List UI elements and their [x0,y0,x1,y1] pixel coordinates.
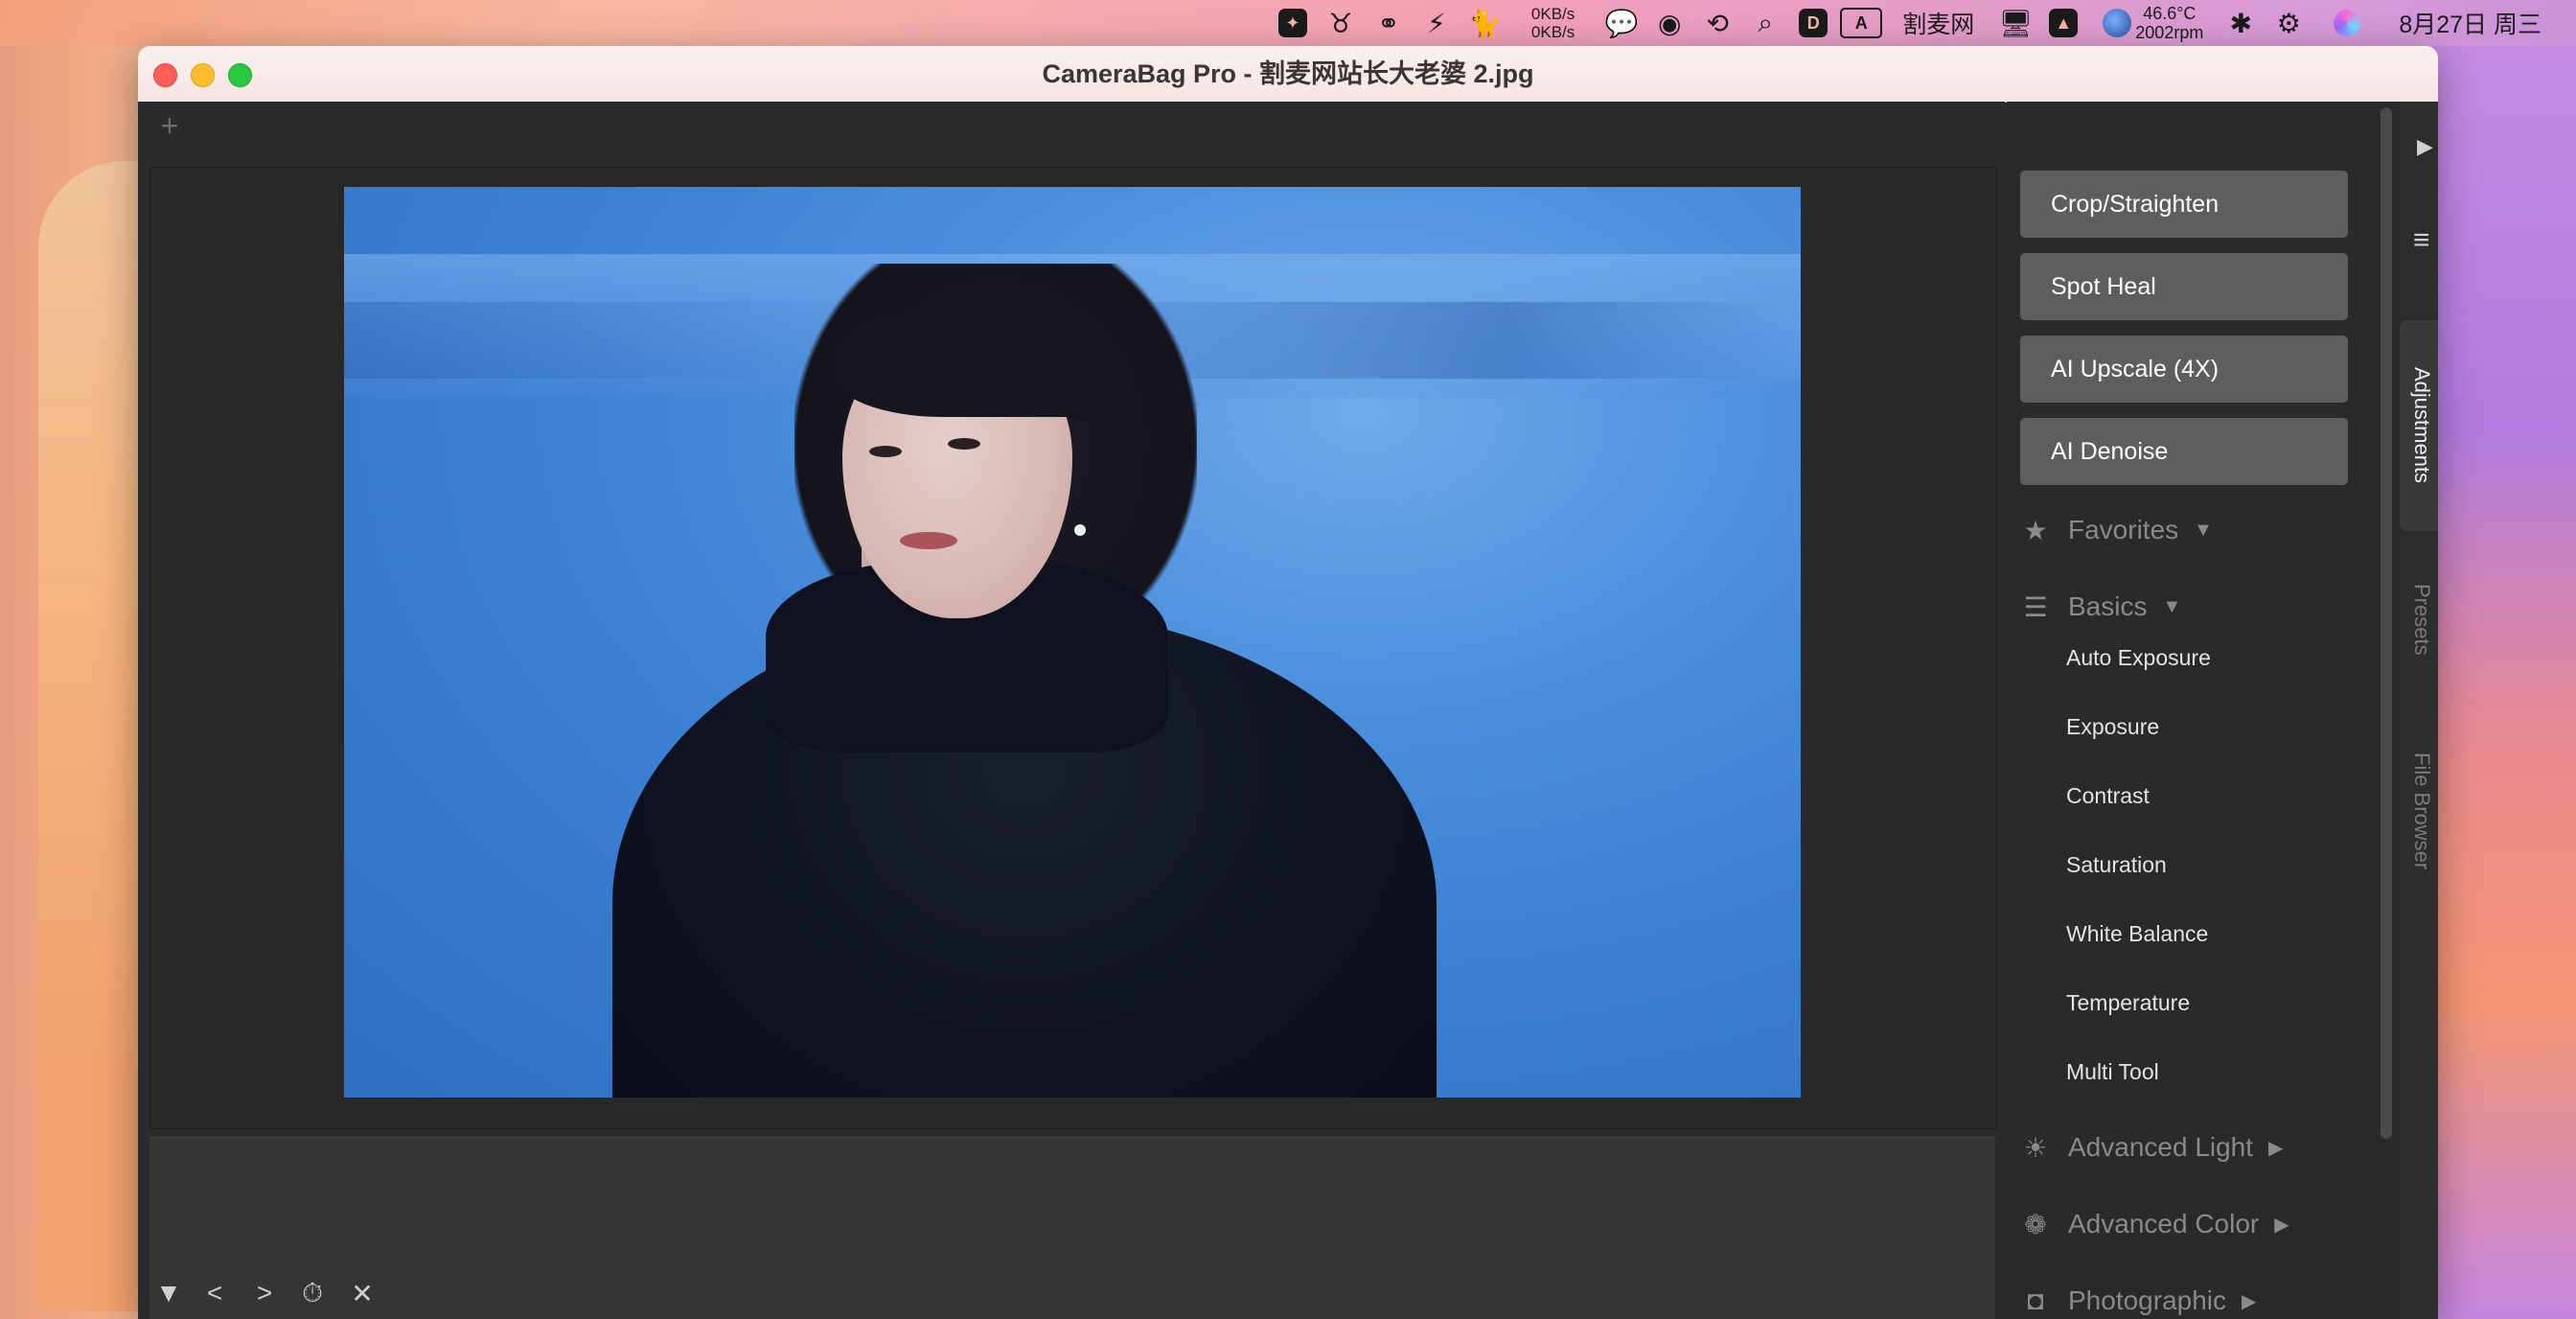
ai-upscale-button[interactable]: AI Upscale (4X) [2020,336,2348,403]
site-name-menu[interactable]: 割麦网 [1902,6,1974,40]
chevron-right-icon: ▶ [2268,1137,2284,1159]
quick-action-icon[interactable]: ⚡ [1413,0,1460,46]
section-photographic[interactable]: ◘ Photographic ▶ [2020,1277,2375,1319]
network-speed[interactable]: 0KB/s 0KB/s [1531,5,1575,41]
siri-icon[interactable] [2334,10,2361,36]
fan-speed: 2002rpm [2135,23,2204,42]
color-circles-icon: ❁ [2024,1209,2047,1239]
panel-scrollbar[interactable] [2380,107,2392,1139]
record-icon[interactable]: ◉ [1645,0,1693,46]
photos-app-icon[interactable]: ▲ [2039,0,2087,46]
history-button[interactable]: ⏱ [293,1274,332,1312]
next-image-button[interactable]: > [245,1274,284,1312]
play-icon[interactable]: ▶ [2417,134,2433,159]
menu-clock[interactable]: 8月27日 周三 [2399,6,2542,40]
adjust-auto-exposure[interactable]: Auto Exposure [2066,638,2211,677]
link-rings-icon[interactable]: ⚭ [1365,0,1413,46]
section-favorites[interactable]: ★ Favorites ▼ [2020,506,2375,554]
adjust-contrast[interactable]: Contrast [2066,776,2150,815]
crop-straighten-button[interactable]: Crop/Straighten [2020,171,2348,238]
chevron-down-icon: ▼ [2194,519,2213,541]
desktop-wallpaper-right [2432,46,2576,1319]
tab-file-browser[interactable]: File Browser [2400,715,2438,907]
cpu-temperature: 46.6°C [2143,4,2196,23]
previous-image-button[interactable]: < [196,1274,234,1312]
sliders-icon: ☰ [2023,591,2048,622]
section-advanced-light[interactable]: ☀ Advanced Light ▶ [2020,1123,2375,1171]
collapse-filmstrip-button[interactable]: ▼ [150,1274,188,1312]
upload-speed: 0KB/s [1530,5,1576,23]
desktop-wallpaper-left [0,46,172,1319]
adjustments-list: Crop/Straighten Spot Heal AI Upscale (4X… [2007,102,2400,1319]
adjust-exposure[interactable]: Exposure [2066,707,2159,746]
chevron-right-icon: ▶ [2274,1214,2289,1236]
ai-denoise-button[interactable]: AI Denoise [2020,418,2348,485]
adjust-multi-tool[interactable]: Multi Tool [2066,1053,2159,1091]
panel-side-tabs: ▶ ≡ Adjustments Presets File Browser [2400,102,2438,1319]
camera-icon: ◘ [2027,1285,2044,1315]
image-viewer[interactable] [150,167,1997,1129]
section-basics[interactable]: ☰ Basics ▼ [2020,583,2375,631]
bluetooth-icon[interactable]: ✱ [2217,0,2265,46]
window-titlebar[interactable]: CameraBag Pro - 割麦网站长大老婆 2.jpg [138,46,2438,103]
star-icon: ★ [2023,515,2048,545]
adjust-white-balance[interactable]: White Balance [2066,914,2208,953]
system-monitor-icon[interactable] [2103,9,2132,37]
add-tab-button[interactable]: + [155,110,184,141]
spot-heal-button[interactable]: Spot Heal [2020,253,2348,320]
tab-adjustments[interactable]: Adjustments [2400,320,2438,531]
download-speed: 0KB/s [1530,23,1576,41]
pin-app-icon[interactable]: ✦ [1269,0,1317,46]
spotlight-search-icon[interactable]: ⌕ [1741,0,1789,46]
sync-app-icon[interactable]: ⟲ [1693,0,1741,46]
window-title: CameraBag Pro - 割麦网站长大老婆 2.jpg [1042,59,1534,88]
sun-icon: ☀ [2023,1132,2048,1163]
tab-presets[interactable]: Presets [2400,552,2438,686]
filmstrip-panel: ▼ < > ⏱ ✕ [150,1137,1995,1319]
cat-app-icon[interactable]: 🐈 [1460,0,1508,46]
control-center-icon[interactable]: ⚙ [2265,0,2312,46]
chevron-down-icon: ▼ [2162,595,2182,617]
chevron-right-icon: ▶ [2242,1290,2257,1312]
menu-bar: ✦ ♉ ⚭ ⚡ 🐈 0KB/s 0KB/s 💬 ◉ ⟲ ⌕ D A 割麦网 🖥 … [0,0,2576,46]
adjust-temperature[interactable]: Temperature [2066,983,2190,1022]
drafts-app-icon[interactable]: D [1789,0,1837,46]
editor-area: + ▼ < > ⏱ ✕ [138,102,2005,1319]
photo-canvas[interactable] [344,187,1801,1098]
adjust-saturation[interactable]: Saturation [2066,845,2167,884]
adjustments-panel: Crop/Straighten Spot Heal AI Upscale (4X… [2007,102,2438,1319]
system-temperature[interactable]: 46.6°C 2002rpm [2135,4,2203,42]
close-image-button[interactable]: ✕ [343,1274,381,1312]
wechat-icon[interactable]: 💬 [1598,0,1645,46]
bull-app-icon[interactable]: ♉ [1317,0,1365,46]
input-method-icon[interactable]: A [1837,0,1885,46]
hamburger-menu-icon[interactable]: ≡ [2413,224,2430,257]
camerabag-window: CameraBag Pro - 割麦网站长大老婆 2.jpg + ▼ < > ⏱… [138,46,2438,1319]
display-icon[interactable]: 🖥 [1991,0,2039,46]
section-advanced-color[interactable]: ❁ Advanced Color ▶ [2020,1200,2375,1248]
